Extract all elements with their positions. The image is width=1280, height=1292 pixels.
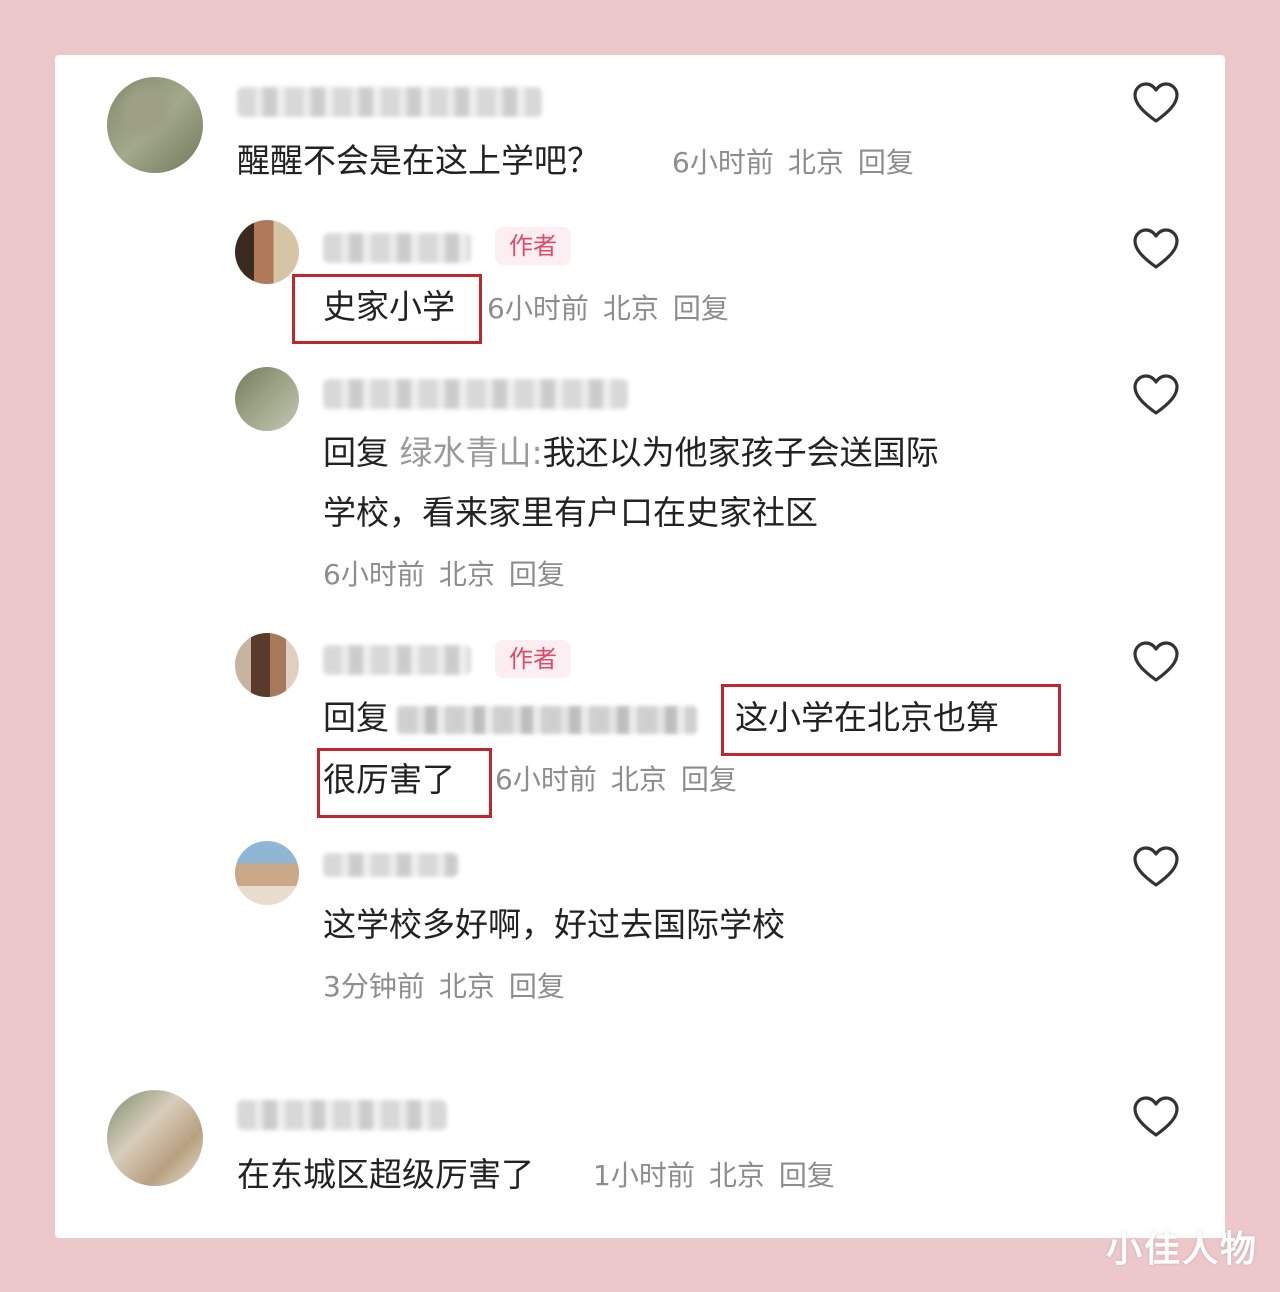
comment-meta: 3分钟前 北京 回复 bbox=[323, 967, 579, 1007]
comment-time: 1小时前 bbox=[593, 1159, 695, 1192]
comment-text: 在东城区超级厉害了 bbox=[237, 1155, 534, 1194]
highlight-box bbox=[721, 684, 1061, 756]
reply-to-user[interactable]: 绿水青山: bbox=[400, 433, 543, 472]
comment-location: 北京 bbox=[787, 146, 844, 179]
avatar[interactable] bbox=[235, 633, 299, 697]
avatar[interactable] bbox=[107, 77, 203, 173]
author-badge: 作者 bbox=[495, 640, 571, 678]
comment-text: 醒醒不会是在这上学吧？ bbox=[237, 141, 600, 180]
comment-time: 6小时前 bbox=[323, 558, 425, 591]
comment-location: 北京 bbox=[708, 1159, 765, 1192]
reply-prefix: 回复 bbox=[323, 698, 389, 737]
comment-meta: 6小时前 北京 回复 bbox=[487, 289, 743, 329]
heart-icon[interactable] bbox=[1132, 227, 1180, 271]
reply-button[interactable]: 回复 bbox=[673, 292, 729, 325]
avatar[interactable] bbox=[235, 220, 299, 284]
comment-location: 北京 bbox=[438, 970, 495, 1003]
comment-time: 6小时前 bbox=[495, 763, 597, 796]
comment-meta: 6小时前 北京 回复 bbox=[323, 555, 579, 595]
comment-text-line2: 学校，看来家里有户口在史家社区 bbox=[323, 493, 818, 532]
username-redacted[interactable] bbox=[323, 645, 471, 675]
username-redacted[interactable] bbox=[323, 233, 471, 263]
comment-text: 这学校多好啊，好过去国际学校 bbox=[323, 905, 785, 944]
username-redacted[interactable] bbox=[323, 853, 458, 877]
watermark: 小佳人物 bbox=[1105, 1229, 1258, 1270]
avatar[interactable] bbox=[235, 367, 299, 431]
reply-prefix: 回复 bbox=[323, 433, 389, 472]
comment-text-line1: 我还以为他家孩子会送国际 bbox=[542, 433, 939, 472]
heart-icon[interactable] bbox=[1132, 640, 1180, 684]
reply-button[interactable]: 回复 bbox=[779, 1159, 835, 1192]
comment-location: 北京 bbox=[602, 292, 659, 325]
reply-button[interactable]: 回复 bbox=[858, 146, 914, 179]
heart-icon[interactable] bbox=[1132, 81, 1180, 125]
comment-location: 北京 bbox=[438, 558, 495, 591]
highlight-box bbox=[317, 748, 492, 818]
comment-time: 6小时前 bbox=[487, 292, 589, 325]
heart-icon[interactable] bbox=[1132, 845, 1180, 889]
comment-meta: 6小时前 北京 回复 bbox=[495, 760, 751, 800]
comment-panel: 醒醒不会是在这上学吧？ 6小时前 北京 回复 作者 史家小学 6小时前 北京 回复 回复… bbox=[55, 55, 1225, 1238]
avatar[interactable] bbox=[235, 841, 299, 905]
highlight-box bbox=[292, 274, 482, 344]
comment-time: 6小时前 bbox=[672, 146, 774, 179]
username-redacted[interactable] bbox=[323, 379, 628, 409]
comment-location: 北京 bbox=[610, 763, 667, 796]
comment-meta: 1小时前 北京 回复 bbox=[593, 1156, 849, 1196]
reply-to-user-redacted[interactable] bbox=[397, 705, 697, 734]
heart-icon[interactable] bbox=[1132, 1095, 1180, 1139]
comment-meta: 6小时前 北京 回复 bbox=[672, 143, 928, 183]
avatar[interactable] bbox=[107, 1090, 203, 1186]
reply-button[interactable]: 回复 bbox=[509, 558, 565, 591]
author-badge: 作者 bbox=[495, 227, 571, 265]
username-redacted[interactable] bbox=[237, 1100, 447, 1130]
heart-icon[interactable] bbox=[1132, 373, 1180, 417]
reply-button[interactable]: 回复 bbox=[681, 763, 737, 796]
comment-text: 回复 绿水青山:我还以为他家孩子会送国际 bbox=[323, 423, 939, 483]
username-redacted[interactable] bbox=[237, 87, 542, 117]
reply-button[interactable]: 回复 bbox=[509, 970, 565, 1003]
comment-time: 3分钟前 bbox=[323, 970, 425, 1003]
